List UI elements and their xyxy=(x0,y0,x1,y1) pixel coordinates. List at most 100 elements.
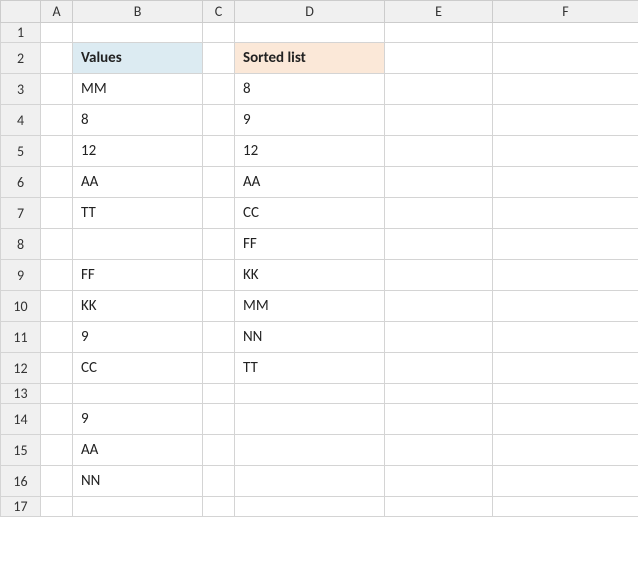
cell-F12[interactable] xyxy=(493,353,638,384)
cell-C15[interactable] xyxy=(203,435,235,466)
cell-E6[interactable] xyxy=(385,167,493,198)
row-header-4[interactable]: 4 xyxy=(1,105,41,136)
cell-B16[interactable]: NN xyxy=(73,466,203,497)
cell-D3[interactable]: 8 xyxy=(235,74,385,105)
cell-D5[interactable]: 12 xyxy=(235,136,385,167)
cell-B17[interactable] xyxy=(73,497,203,517)
cell-A5[interactable] xyxy=(41,136,73,167)
cell-E12[interactable] xyxy=(385,353,493,384)
cell-E10[interactable] xyxy=(385,291,493,322)
cell-A11[interactable] xyxy=(41,322,73,353)
col-header-B[interactable]: B xyxy=(73,1,203,23)
cell-D1[interactable] xyxy=(235,23,385,43)
cell-E9[interactable] xyxy=(385,260,493,291)
cell-D10[interactable]: MM xyxy=(235,291,385,322)
cell-F4[interactable] xyxy=(493,105,638,136)
cell-F15[interactable] xyxy=(493,435,638,466)
cell-D13[interactable] xyxy=(235,384,385,404)
row-header-6[interactable]: 6 xyxy=(1,167,41,198)
cell-A8[interactable] xyxy=(41,229,73,260)
cell-E4[interactable] xyxy=(385,105,493,136)
cell-D11[interactable]: NN xyxy=(235,322,385,353)
cell-A15[interactable] xyxy=(41,435,73,466)
cell-C11[interactable] xyxy=(203,322,235,353)
cell-A12[interactable] xyxy=(41,353,73,384)
cell-F3[interactable] xyxy=(493,74,638,105)
cell-C7[interactable] xyxy=(203,198,235,229)
cell-F10[interactable] xyxy=(493,291,638,322)
cell-C16[interactable] xyxy=(203,466,235,497)
cell-F17[interactable] xyxy=(493,497,638,517)
cell-E17[interactable] xyxy=(385,497,493,517)
cell-A1[interactable] xyxy=(41,23,73,43)
cell-C9[interactable] xyxy=(203,260,235,291)
row-header-8[interactable]: 8 xyxy=(1,229,41,260)
select-all-corner[interactable] xyxy=(1,1,41,23)
cell-D2-header[interactable]: Sorted list xyxy=(235,43,385,74)
cell-C17[interactable] xyxy=(203,497,235,517)
cell-B11[interactable]: 9 xyxy=(73,322,203,353)
cell-E1[interactable] xyxy=(385,23,493,43)
cell-F8[interactable] xyxy=(493,229,638,260)
cell-A10[interactable] xyxy=(41,291,73,322)
row-header-10[interactable]: 10 xyxy=(1,291,41,322)
cell-A4[interactable] xyxy=(41,105,73,136)
cell-B9[interactable]: FF xyxy=(73,260,203,291)
col-header-F[interactable]: F xyxy=(493,1,638,23)
row-header-16[interactable]: 16 xyxy=(1,466,41,497)
spreadsheet-grid[interactable]: A B C D E F 1 2 Values Sorted list xyxy=(0,0,638,517)
cell-C8[interactable] xyxy=(203,229,235,260)
col-header-C[interactable]: C xyxy=(203,1,235,23)
cell-B1[interactable] xyxy=(73,23,203,43)
row-header-12[interactable]: 12 xyxy=(1,353,41,384)
cell-F2[interactable] xyxy=(493,43,638,74)
cell-D9[interactable]: KK xyxy=(235,260,385,291)
cell-D15[interactable] xyxy=(235,435,385,466)
cell-C3[interactable] xyxy=(203,74,235,105)
row-header-14[interactable]: 14 xyxy=(1,404,41,435)
cell-C13[interactable] xyxy=(203,384,235,404)
cell-D14[interactable] xyxy=(235,404,385,435)
cell-A6[interactable] xyxy=(41,167,73,198)
cell-B10[interactable]: KK xyxy=(73,291,203,322)
row-header-3[interactable]: 3 xyxy=(1,74,41,105)
cell-B3[interactable]: MM xyxy=(73,74,203,105)
cell-D7[interactable]: CC xyxy=(235,198,385,229)
cell-F13[interactable] xyxy=(493,384,638,404)
cell-A16[interactable] xyxy=(41,466,73,497)
cell-A17[interactable] xyxy=(41,497,73,517)
cell-D17[interactable] xyxy=(235,497,385,517)
cell-E3[interactable] xyxy=(385,74,493,105)
cell-F9[interactable] xyxy=(493,260,638,291)
cell-D12[interactable]: TT xyxy=(235,353,385,384)
cell-A7[interactable] xyxy=(41,198,73,229)
cell-B4[interactable]: 8 xyxy=(73,105,203,136)
row-header-5[interactable]: 5 xyxy=(1,136,41,167)
cell-F16[interactable] xyxy=(493,466,638,497)
row-header-7[interactable]: 7 xyxy=(1,198,41,229)
cell-E16[interactable] xyxy=(385,466,493,497)
cell-C6[interactable] xyxy=(203,167,235,198)
col-header-A[interactable]: A xyxy=(41,1,73,23)
cell-B12[interactable]: CC xyxy=(73,353,203,384)
cell-E5[interactable] xyxy=(385,136,493,167)
cell-C14[interactable] xyxy=(203,404,235,435)
row-header-11[interactable]: 11 xyxy=(1,322,41,353)
cell-D8[interactable]: FF xyxy=(235,229,385,260)
cell-F5[interactable] xyxy=(493,136,638,167)
row-header-13[interactable]: 13 xyxy=(1,384,41,404)
cell-C2[interactable] xyxy=(203,43,235,74)
cell-E7[interactable] xyxy=(385,198,493,229)
row-header-15[interactable]: 15 xyxy=(1,435,41,466)
cell-A14[interactable] xyxy=(41,404,73,435)
cell-E15[interactable] xyxy=(385,435,493,466)
cell-C10[interactable] xyxy=(203,291,235,322)
cell-B14[interactable]: 9 xyxy=(73,404,203,435)
cell-D6[interactable]: AA xyxy=(235,167,385,198)
cell-A9[interactable] xyxy=(41,260,73,291)
cell-F7[interactable] xyxy=(493,198,638,229)
row-header-9[interactable]: 9 xyxy=(1,260,41,291)
cell-B6[interactable]: AA xyxy=(73,167,203,198)
row-header-17[interactable]: 17 xyxy=(1,497,41,517)
cell-B7[interactable]: TT xyxy=(73,198,203,229)
